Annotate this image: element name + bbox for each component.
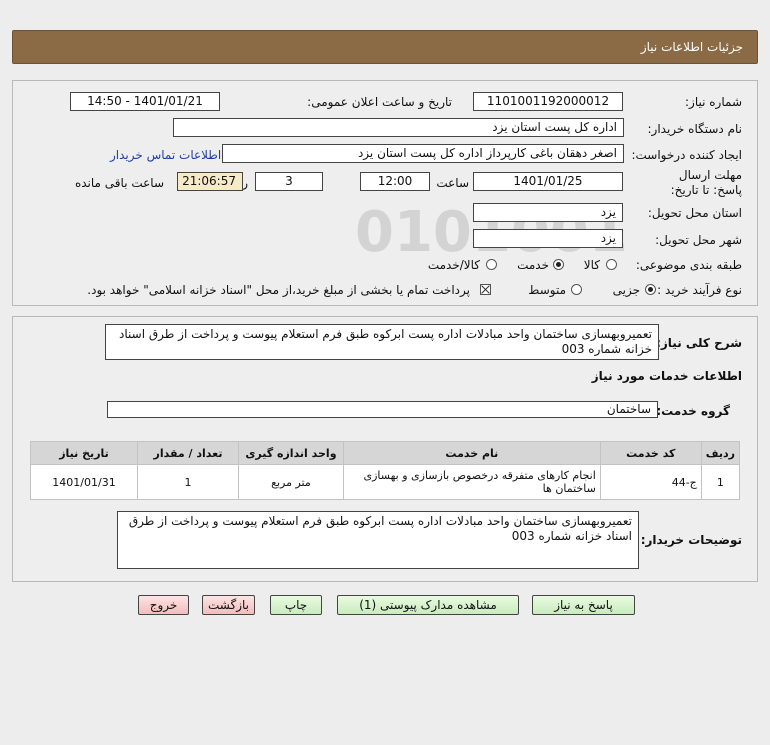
cell-row: 1 [700,464,741,500]
cell-unit: متر مربع [237,464,344,500]
need-number-label: شماره نیاز: [685,95,742,109]
deadline-label: مهلت ارسال پاسخ: تا تاریخ: [670,168,742,197]
general-desc-label: شرح کلی نیاز: [656,336,742,350]
buyer-contact-link[interactable]: اطلاعات تماس خریدار [110,148,221,162]
purchase-type-label: نوع فرآیند خرید : [657,283,742,297]
buyer-notes-field: تعمیروبهسازی ساختمان واحد مبادلات اداره … [117,511,639,569]
service-group-field: ساختمان [107,401,658,418]
cell-service-name: انجام کارهای متفرقه درخصوص بازسازی و بهس… [342,464,601,500]
page-title: جزئیات اطلاعات نیاز [640,40,743,54]
page-header: جزئیات اطلاعات نیاز [12,30,758,64]
buyer-org-label: نام دستگاه خریدار: [647,122,743,136]
treasury-payment-note: پرداخت تمام یا بخشی از مبلغ خرید،از محل … [87,283,470,297]
col-service-code: کد خدمت [599,441,702,465]
category-goods-label: کالا [583,258,600,272]
buyer-org-field: اداره کل پست استان یزد [173,118,624,137]
buyer-notes-label: توضیحات خریدار: [640,533,742,547]
deadline-date-field: 1401/01/25 [473,172,623,191]
days-field: 3 [255,172,323,191]
table-row: 1 ج-44 انجام کارهای متفرقه درخصوص بازساز… [29,464,741,500]
services-section-title: اطلاعات خدمات مورد نیاز [591,369,742,383]
general-desc-field: تعمیروبهسازی ساختمان واحد مبادلات اداره … [105,324,659,360]
category-radio-goods[interactable] [606,259,617,270]
need-info-panel [12,80,758,306]
view-attachments-button[interactable]: مشاهده مدارک پیوستی (1) [337,595,519,615]
services-table: ردیف کد خدمت نام خدمت واحد اندازه گیری ت… [29,441,741,500]
purchase-radio-minor[interactable] [645,284,656,295]
deadline-time-field: 12:00 [360,172,430,191]
need-number-field: 1101001192000012 [473,92,623,111]
col-row: ردیف [700,441,741,465]
cell-need-date: 1401/01/31 [29,464,139,500]
services-table-header: ردیف کد خدمت نام خدمت واحد اندازه گیری ت… [29,441,741,465]
cell-service-code: ج-44 [599,464,702,500]
reply-button[interactable]: پاسخ به نیاز [532,595,635,615]
city-label: شهر محل تحویل: [655,233,742,247]
purchase-radio-medium[interactable] [571,284,582,295]
remaining-time-field: 21:06:57 [177,172,243,191]
service-group-label: گروه خدمت: [656,404,730,418]
purchase-minor-label: جزیی [612,283,640,297]
category-goods-service-label: کالا/خدمت [427,258,480,272]
print-button[interactable]: چاپ [270,595,322,615]
category-label: طبقه بندی موضوعی: [635,258,742,272]
province-label: استان محل تحویل: [647,206,742,220]
exit-button[interactable]: خروج [138,595,189,615]
purchase-medium-label: متوسط [528,283,566,297]
treasury-payment-checkbox[interactable] [480,284,491,295]
col-need-date: تاریخ نیاز [29,441,139,465]
category-service-label: خدمت [517,258,549,272]
col-quantity: تعداد / مقدار [137,441,239,465]
col-service-name: نام خدمت [342,441,601,465]
province-field: یزد [473,203,623,222]
creator-field: اصغر دهقان باغی کارپرداز اداره کل پست اس… [222,144,624,163]
remaining-label: ساعت باقی مانده [74,176,164,190]
city-field: یزد [473,229,623,248]
col-unit: واحد اندازه گیری [237,441,344,465]
announce-datetime-field: 1401/01/21 - 14:50 [70,92,220,111]
deadline-time-label: ساعت [436,176,469,190]
cell-quantity: 1 [137,464,239,500]
category-radio-service[interactable] [553,259,564,270]
announce-datetime-label: تاریخ و ساعت اعلان عمومی: [307,95,452,109]
creator-label: ایجاد کننده درخواست: [631,148,742,162]
back-button[interactable]: بازگشت [202,595,255,615]
category-radio-goods-service[interactable] [486,259,497,270]
